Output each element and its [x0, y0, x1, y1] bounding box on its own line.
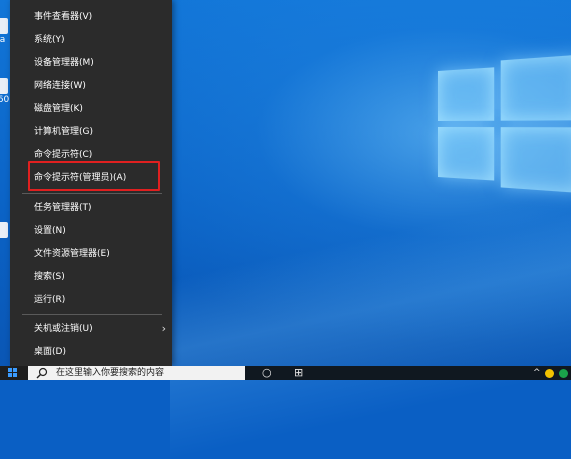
menu-item-file-explorer[interactable]: 文件资源管理器(E) [10, 244, 172, 264]
menu-item-run[interactable]: 运行(R) [10, 290, 172, 310]
highlight-box [28, 161, 160, 191]
menu-item-settings[interactable]: 设置(N) [10, 221, 172, 241]
start-button[interactable] [0, 366, 28, 380]
app-icon [0, 222, 8, 238]
windows-start-icon [8, 368, 18, 378]
taskbar-search-box[interactable]: 在这里输入你要搜索的内容 [28, 366, 245, 380]
menu-item-device-manager[interactable]: 设备管理器(M) [10, 53, 172, 73]
multitask-icon[interactable]: ⊞ [294, 366, 303, 380]
search-icon [36, 367, 48, 379]
menu-item-task-manager[interactable]: 任务管理器(T) [10, 198, 172, 218]
winx-context-menu: 事件查看器(V) 系统(Y) 设备管理器(M) 网络连接(W) 磁盘管理(K) … [10, 0, 172, 366]
menu-item-network-connections[interactable]: 网络连接(W) [10, 76, 172, 96]
menu-item-event-viewer[interactable]: 事件查看器(V) [10, 7, 172, 27]
tray-app-icon[interactable] [545, 369, 554, 378]
menu-item-search[interactable]: 搜索(S) [10, 267, 172, 287]
taskbar: 在这里输入你要搜索的内容 ○ ⊞ ^ [0, 366, 571, 380]
menu-item-desktop[interactable]: 桌面(D) [10, 342, 172, 362]
system-tray: ^ [531, 366, 571, 380]
tray-chevron-icon[interactable]: ^ [533, 366, 541, 380]
menu-item-system[interactable]: 系统(Y) [10, 30, 172, 50]
app-icon [0, 18, 8, 34]
menu-item-shutdown-signout[interactable]: 关机或注销(U) › [10, 319, 172, 339]
windows-logo [438, 54, 571, 197]
menu-item-label: 关机或注销(U) [34, 324, 93, 334]
task-view-icon[interactable]: ○ [262, 366, 272, 380]
menu-separator [22, 193, 162, 194]
tray-app-icon[interactable] [559, 369, 568, 378]
search-placeholder: 在这里输入你要搜索的内容 [56, 368, 165, 378]
menu-item-computer-management[interactable]: 计算机管理(G) [10, 122, 172, 142]
chevron-right-icon: › [161, 322, 166, 335]
menu-item-disk-management[interactable]: 磁盘管理(K) [10, 99, 172, 119]
menu-separator [22, 314, 162, 315]
app-icon [0, 78, 8, 94]
light-beam [170, 190, 571, 459]
